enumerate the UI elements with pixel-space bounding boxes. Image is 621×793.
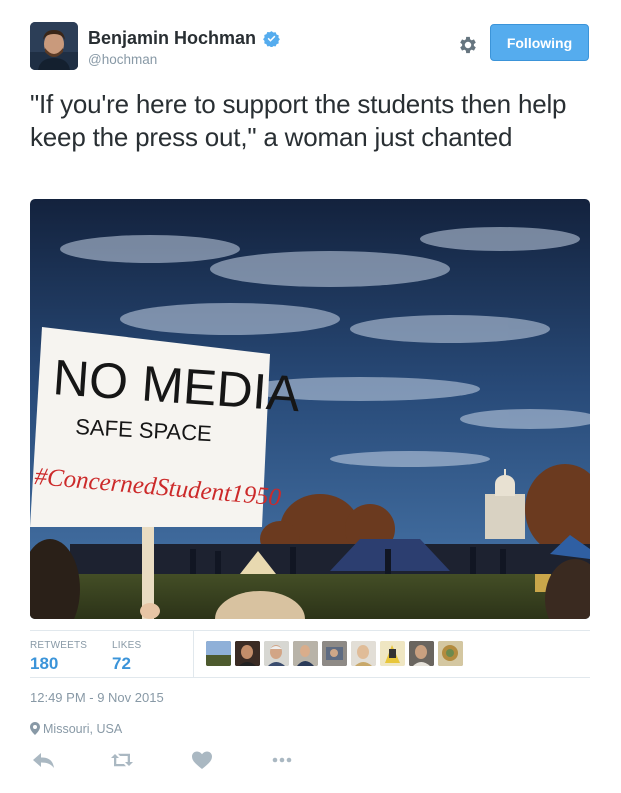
liker-avatar[interactable] [438, 641, 463, 666]
liker-avatar[interactable] [380, 641, 405, 666]
location-text: Missouri, USA [43, 722, 123, 736]
retweet-icon[interactable] [110, 750, 134, 770]
heart-icon[interactable] [190, 750, 214, 770]
liker-avatar[interactable] [293, 641, 318, 666]
liker-avatar[interactable] [235, 641, 260, 666]
more-dots-icon[interactable] [270, 750, 294, 770]
verified-badge-icon [263, 31, 281, 47]
retweets-stat[interactable]: RETWEETS 180 [30, 640, 87, 674]
author-names: Benjamin Hochman @hochman [88, 28, 281, 67]
tweet-timestamp[interactable]: 12:49 PM - 9 Nov 2015 [30, 690, 164, 705]
likes-count[interactable]: 72 [112, 654, 141, 674]
author-display-name[interactable]: Benjamin Hochman [88, 28, 256, 49]
likes-label: LIKES [112, 640, 142, 651]
tweet-text: "If you're here to support the students … [30, 89, 567, 152]
following-button[interactable]: Following [490, 24, 589, 61]
gear-icon[interactable] [457, 34, 479, 56]
liker-avatar[interactable] [322, 641, 347, 666]
map-pin-icon [30, 722, 40, 735]
author-avatar[interactable] [30, 22, 78, 70]
liker-avatar[interactable] [264, 641, 289, 666]
retweets-label: RETWEETS [30, 640, 88, 651]
tweet-stats: RETWEETS 180 LIKES 72 [30, 630, 590, 678]
liker-avatar[interactable] [351, 641, 376, 666]
likes-stat[interactable]: LIKES 72 [112, 640, 141, 674]
liker-avatar[interactable] [206, 641, 231, 666]
reply-icon[interactable] [32, 750, 56, 770]
author-handle[interactable]: @hochman [88, 52, 280, 67]
tweet-location[interactable]: Missouri, USA [30, 722, 122, 736]
tweet-actions [30, 750, 590, 772]
tweet-header: Benjamin Hochman @hochman Following [30, 22, 590, 74]
liker-avatar[interactable] [409, 641, 434, 666]
retweets-count[interactable]: 180 [30, 654, 87, 674]
stats-divider [193, 631, 194, 677]
tweet-photo[interactable]: NO MEDIA SAFE SPACE #ConcernedStudent195… [30, 199, 590, 619]
